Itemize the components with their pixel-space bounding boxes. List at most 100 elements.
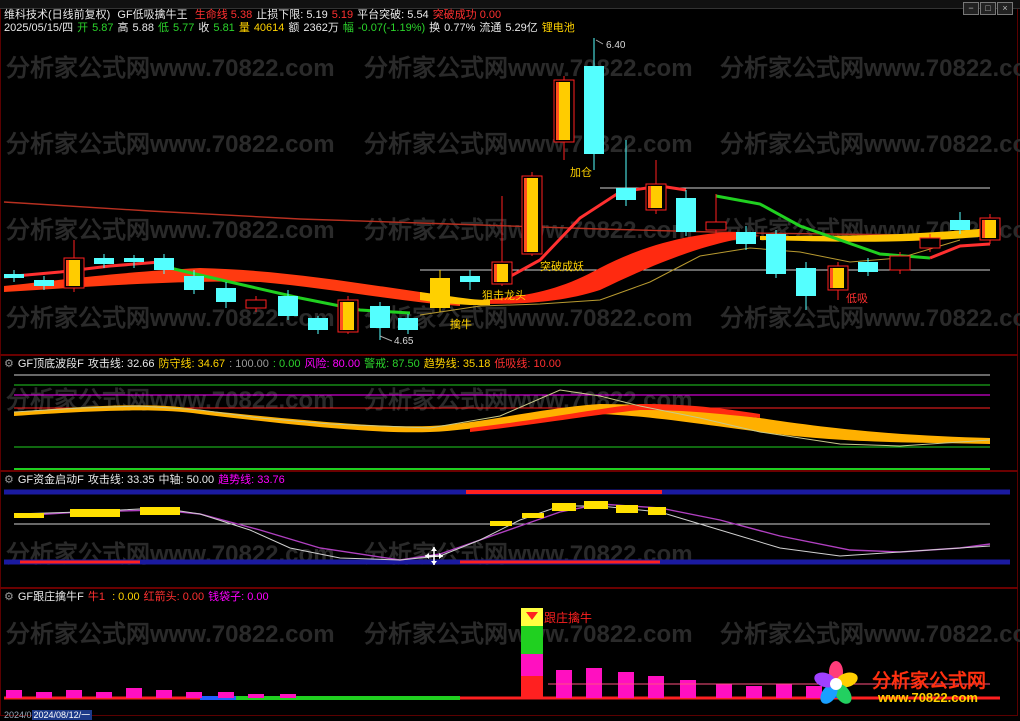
panel4-name[interactable]: GF跟庄擒牛F bbox=[18, 591, 84, 603]
price-fields: 生命线 5.38 止损下限: 5.19 5.19 平台突破: 5.54 突破成功 0.0… bbox=[195, 9, 505, 21]
low-value: 5.77 bbox=[172, 22, 195, 34]
panel4-bar bbox=[66, 690, 82, 698]
panel4-bar bbox=[218, 692, 234, 698]
candle-body-down[interactable] bbox=[278, 296, 298, 316]
panel4-settings-icon[interactable]: ⚙ bbox=[4, 591, 14, 603]
candle-body-down[interactable] bbox=[796, 268, 816, 296]
candle-body-down[interactable] bbox=[308, 318, 328, 330]
panel4-fields: 牛1 : 0.00 红箭头: 0.00 钱袋子: 0.00 bbox=[88, 591, 273, 603]
panel3-signal-bar bbox=[70, 509, 120, 517]
panel2-header: ⚙ GF顶底波段F 攻击线: 32.66 防守线: 34.67: 100.00: 0.… bbox=[4, 358, 569, 371]
candle-fill-yellow bbox=[342, 302, 354, 330]
candle-fill-red bbox=[830, 268, 833, 288]
candle-body-down[interactable] bbox=[676, 198, 696, 232]
turn-label: 换 bbox=[429, 22, 441, 34]
panel2-field: 趋势线: 35.18 bbox=[423, 358, 491, 370]
panel3-name[interactable]: GF资金启动F bbox=[18, 474, 84, 486]
candle-body-down[interactable] bbox=[370, 306, 390, 328]
open-label: 开 bbox=[77, 22, 89, 34]
panel3-signal-bar bbox=[616, 505, 638, 513]
panel4-bar bbox=[618, 672, 634, 698]
candle-body-down[interactable] bbox=[950, 220, 970, 230]
watermark-text: 分析家公式网www.70822.com bbox=[364, 54, 693, 82]
panel4-bar bbox=[248, 694, 264, 698]
panel3-settings-icon[interactable]: ⚙ bbox=[4, 474, 14, 486]
panel4-bar bbox=[126, 688, 142, 698]
stock-title[interactable]: 维科技术(日线前复权) bbox=[4, 9, 110, 21]
vol-value: 40614 bbox=[253, 22, 285, 34]
panel2-fields: 攻击线: 32.66 防守线: 34.67: 100.00: 0.00 风险: 80… bbox=[88, 358, 565, 370]
panel-divider[interactable] bbox=[0, 354, 1018, 356]
candle-body-up[interactable] bbox=[705, 221, 727, 231]
low-pointer bbox=[379, 335, 393, 342]
candle-fill-yellow bbox=[496, 264, 508, 282]
panel4-bar bbox=[776, 684, 792, 698]
watermark-text: 分析家公式网www.70822.com bbox=[720, 620, 1020, 648]
watermark-text: 分析家公式网www.70822.com bbox=[720, 304, 1020, 332]
panel3-field: 趋势线: 33.76 bbox=[218, 474, 285, 486]
candle-body-down[interactable] bbox=[184, 276, 204, 290]
panel3-fields: 攻击线: 33.35 中轴: 50.00 趋势线: 33.76 bbox=[88, 474, 289, 486]
price-field: 平台突破: 5.54 bbox=[357, 9, 429, 21]
chg-value: -0.07(-1.19%) bbox=[357, 22, 426, 34]
close-value: 5.81 bbox=[213, 22, 235, 34]
signal-add-label: 加仓 bbox=[570, 165, 592, 179]
price-field: 止损下限: 5.19 bbox=[256, 9, 328, 21]
amt-label: 额 bbox=[288, 22, 300, 34]
quote-row: 2025/05/15/四开 5.87 高 5.88 低 5.77 收 5.81 量 40614 额 2… bbox=[4, 22, 579, 35]
panel3-signal-bar bbox=[490, 521, 512, 526]
panel3-header: ⚙ GF资金启动F 攻击线: 33.35 中轴: 50.00 趋势线: 33.76 bbox=[4, 474, 293, 487]
watermark-text: 分析家公式网www.70822.com bbox=[364, 130, 693, 158]
candle-body-up[interactable] bbox=[919, 237, 941, 249]
candle-body-down[interactable] bbox=[766, 234, 786, 274]
candle-body-up[interactable] bbox=[245, 299, 267, 309]
candle-fill-yellow bbox=[526, 178, 538, 252]
candle-body-down[interactable] bbox=[4, 274, 24, 278]
date-axis[interactable]: 2024/0 2024/08/12/一 bbox=[4, 708, 93, 721]
panel4-field: 钱袋子: 0.00 bbox=[208, 591, 269, 603]
logo-url: www.70822.com bbox=[878, 690, 978, 705]
panel3-field: 攻击线: 33.35 bbox=[87, 474, 155, 486]
panel3-signal-bar bbox=[522, 513, 544, 518]
indicator-name[interactable]: GF低吸擒牛王 bbox=[117, 9, 187, 21]
panel2-field: 攻击线: 32.66 bbox=[87, 358, 155, 370]
price-field: 5.19 bbox=[331, 9, 354, 21]
panel2-field: 警戒: 87.50 bbox=[364, 358, 420, 370]
panel-divider[interactable] bbox=[0, 470, 1018, 472]
panel3-signal-bar bbox=[14, 513, 44, 518]
panel4-bar bbox=[716, 684, 732, 698]
candle-body-down[interactable] bbox=[216, 288, 236, 302]
candle-body-down[interactable] bbox=[34, 280, 54, 286]
candle-body-down[interactable] bbox=[398, 318, 418, 330]
panel2-field: 防守线: 34.67 bbox=[158, 358, 226, 370]
signal-bull-label: 擒牛 bbox=[450, 317, 472, 331]
candle-body-down[interactable] bbox=[124, 258, 144, 262]
candle-body-down[interactable] bbox=[154, 258, 174, 270]
candle-body-down[interactable] bbox=[736, 232, 756, 244]
panel4-bar bbox=[648, 676, 664, 698]
panel4-signal-label: 跟庄擒牛 bbox=[544, 610, 592, 625]
candle-body-down[interactable] bbox=[460, 276, 480, 282]
candle-fill-red bbox=[648, 186, 651, 208]
candle-body-down[interactable] bbox=[584, 66, 604, 154]
candle-body-down[interactable] bbox=[430, 278, 450, 308]
high-value: 5.88 bbox=[132, 22, 154, 34]
quote-date: 2025/05/15/四 bbox=[4, 22, 74, 34]
watermark-text: 分析家公式网www.70822.com bbox=[6, 216, 335, 244]
watermark-text: 分析家公式网www.70822.com bbox=[720, 130, 1020, 158]
panel2-settings-icon[interactable]: ⚙ bbox=[4, 358, 14, 370]
candle-body-down[interactable] bbox=[94, 258, 114, 264]
concept-tag[interactable]: 锂电池 bbox=[542, 22, 575, 34]
candle-body-down[interactable] bbox=[858, 262, 878, 272]
panel-divider[interactable] bbox=[0, 587, 1018, 589]
panel3-signal-bar bbox=[552, 503, 576, 511]
panel4-bar-red bbox=[521, 676, 543, 698]
candle-body-down[interactable] bbox=[616, 188, 636, 200]
panel4-bar bbox=[6, 690, 22, 698]
candle-body-up[interactable] bbox=[889, 255, 911, 271]
candle-fill-red bbox=[556, 82, 559, 140]
panel2-name[interactable]: GF顶底波段F bbox=[18, 358, 84, 370]
date-left: 2024/0 bbox=[4, 710, 32, 720]
signal-lowbuy-label: 低吸 bbox=[846, 292, 868, 305]
signal-dragon-label: 狙击龙头 bbox=[482, 289, 526, 302]
